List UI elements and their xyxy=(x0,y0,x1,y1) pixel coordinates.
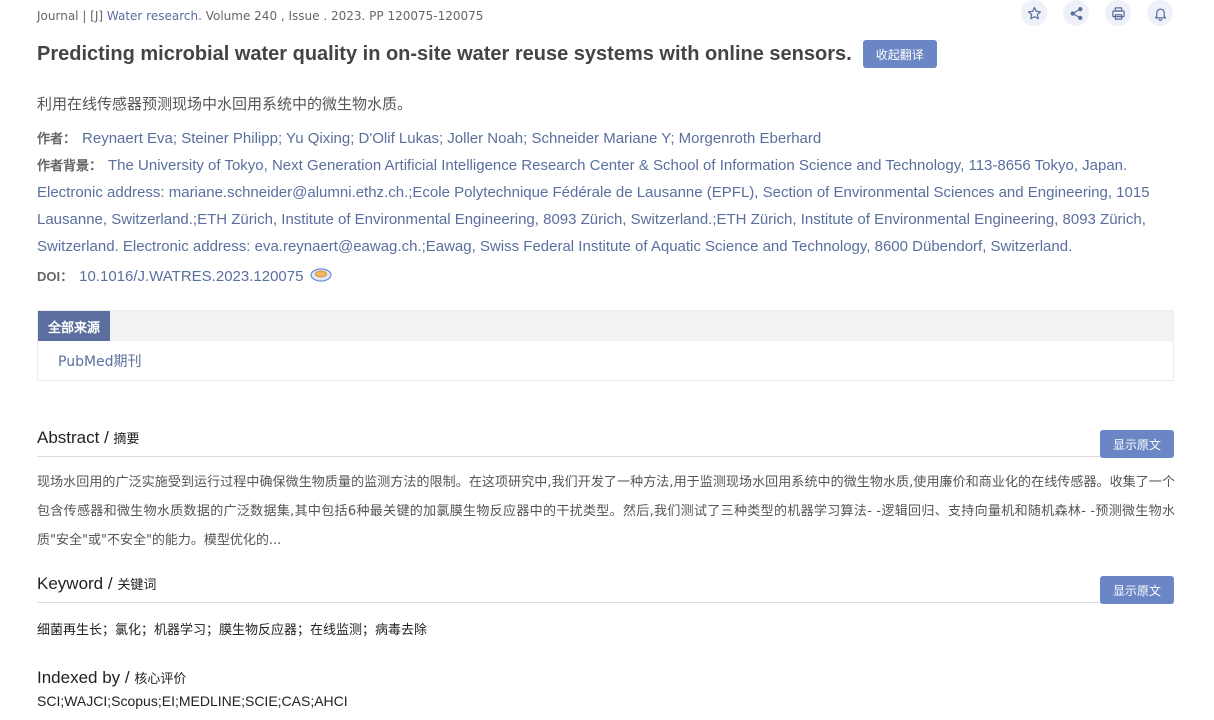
bell-icon xyxy=(1154,8,1166,21)
abstract-heading-cn: 摘要 xyxy=(113,432,140,447)
doi-label: DOI： xyxy=(37,269,74,284)
article-title: Predicting microbial water quality in on… xyxy=(37,42,852,65)
share-button[interactable] xyxy=(1063,0,1089,26)
collapse-translation-button[interactable]: 收起翻译 xyxy=(862,40,937,68)
sources-tabbar: 全部来源 xyxy=(38,311,1173,341)
keyword-list: 细菌再生长；氯化；机器学习；膜生物反应器；在线监测；病毒去除 xyxy=(37,623,428,638)
abstract-heading-en: Abstract / xyxy=(37,428,114,447)
journal-name-link[interactable]: Water research xyxy=(107,9,198,23)
keyword-heading: Keyword / 关键词 xyxy=(37,574,156,594)
indexed-heading-en: Indexed by / xyxy=(37,668,135,687)
star-icon xyxy=(1027,6,1041,19)
authors-list[interactable]: Reynaert Eva; Steiner Philipp; Yu Qixing… xyxy=(82,130,821,147)
abstract-show-original-button[interactable]: 显示原文 xyxy=(1100,430,1174,458)
source-link-pubmed[interactable]: PubMed期刊 xyxy=(38,341,1173,381)
authors-label: 作者： xyxy=(37,131,77,146)
print-button[interactable] xyxy=(1105,0,1131,26)
affiliation-label: 作者背景： xyxy=(37,158,103,173)
indexed-databases: SCI;WAJCI;Scopus;EI;MEDLINE;SCIE;CAS;AHC… xyxy=(37,693,348,709)
affiliation-text: The University of Tokyo, Next Generation… xyxy=(37,157,1150,255)
article-title-translation: 利用在线传感器预测现场中水回用系统中的微生物水质。 xyxy=(37,95,413,113)
title-row: Predicting microbial water quality in on… xyxy=(37,40,937,68)
doi-link[interactable]: 10.1016/J.WATRES.2023.120075 xyxy=(79,268,303,285)
keyword-heading-en: Keyword / xyxy=(37,574,118,593)
indexed-heading: Indexed by / 核心评价 xyxy=(37,668,186,688)
affiliation-row: 作者背景： The University of Tokyo, Next Gener… xyxy=(37,152,1157,260)
share-icon xyxy=(1070,6,1082,20)
abstract-text: 现场水回用的广泛实施受到运行过程中确保微生物质量的监测方法的限制。在这项研究中,… xyxy=(37,475,1175,548)
abstract-heading: Abstract / 摘要 xyxy=(37,428,140,448)
external-link-icon[interactable] xyxy=(310,267,332,283)
tab-all-sources[interactable]: 全部来源 xyxy=(38,311,111,341)
doi-row: DOI： 10.1016/J.WATRES.2023.120075 xyxy=(37,263,1157,290)
print-icon xyxy=(1111,6,1125,20)
article-detail-page: Journal | [J] Water research. Volume 240… xyxy=(0,0,1214,720)
action-toolbar xyxy=(1021,0,1173,26)
sources-panel: 全部来源 PubMed期刊 xyxy=(37,310,1174,381)
favorite-button[interactable] xyxy=(1021,0,1047,26)
abstract-header: Abstract / 摘要 显示原文 xyxy=(37,427,1174,458)
subscribe-button[interactable] xyxy=(1147,0,1173,26)
indexed-heading-cn: 核心评价 xyxy=(134,672,187,687)
keyword-show-original-button[interactable]: 显示原文 xyxy=(1100,576,1174,604)
journal-prefix: Journal | [J] xyxy=(37,9,107,23)
keyword-header: Keyword / 关键词 显示原文 xyxy=(37,573,1174,604)
keyword-heading-cn: 关键词 xyxy=(117,578,157,593)
journal-info: Journal | [J] Water research. Volume 240… xyxy=(37,9,483,23)
authors-row: 作者： Reynaert Eva; Steiner Philipp; Yu Qix… xyxy=(37,125,1157,152)
journal-volume-info: . Volume 240 , Issue . 2023. PP 120075-1… xyxy=(198,9,484,23)
